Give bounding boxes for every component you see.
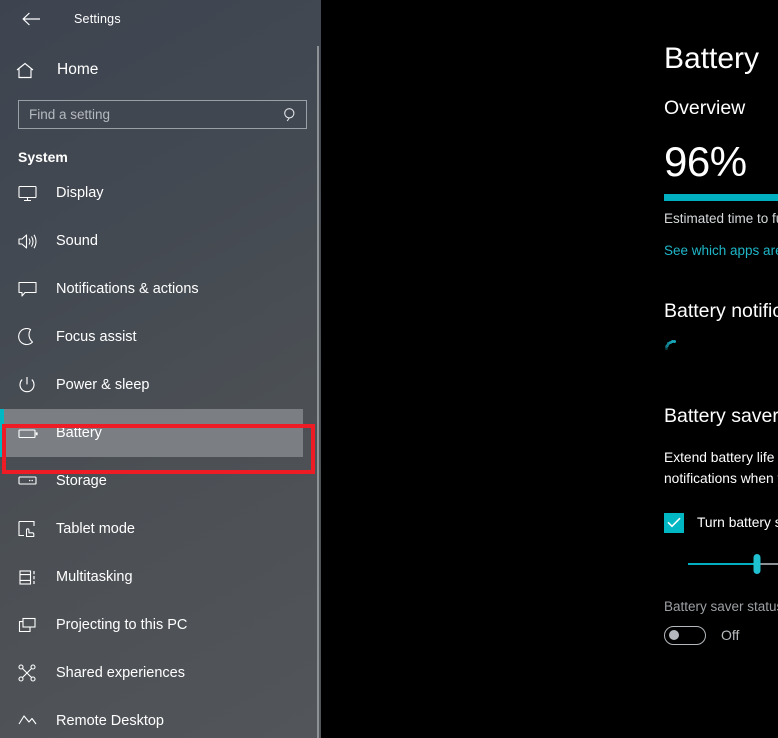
battery-saver-description: Extend battery life by limiting backgrou… [664, 449, 778, 486]
sidebar-item-home[interactable]: Home [0, 50, 321, 90]
sidebar-item-label: Display [56, 185, 104, 201]
drive-icon [18, 475, 42, 487]
sidebar-item-shared-experiences[interactable]: Shared experiences [0, 649, 321, 697]
sidebar-item-power-sleep[interactable]: Power & sleep [0, 361, 321, 409]
search-input[interactable] [29, 107, 283, 122]
auto-battery-saver-checkbox[interactable] [664, 512, 684, 533]
battery-percent: 96% [664, 137, 747, 185]
slider-fill [688, 562, 757, 565]
back-arrow-icon [21, 12, 40, 26]
sidebar-item-sound[interactable]: Sound [0, 217, 321, 265]
sidebar-item-focus-assist[interactable]: Focus assist [0, 313, 321, 361]
checkmark-icon [667, 517, 681, 528]
sidebar-item-storage[interactable]: Storage [0, 457, 321, 505]
title-bar: Settings [0, 0, 321, 38]
battery-usage-link[interactable]: See which apps are affecting your batter… [664, 243, 778, 258]
sidebar-item-label: Tablet mode [56, 521, 135, 537]
sidebar-item-remote-desktop[interactable]: Remote Desktop [0, 697, 321, 738]
sidebar-item-label: Multitasking [56, 569, 133, 585]
auto-battery-saver-row[interactable]: Turn battery saver on automatically if m… [664, 512, 778, 533]
sidebar-item-projecting[interactable]: Projecting to this PC [0, 601, 321, 649]
moon-icon [18, 328, 42, 346]
sidebar-item-display[interactable]: Display [0, 169, 321, 217]
loading-spinner [664, 339, 686, 361]
sidebar-item-label: Storage [56, 473, 107, 489]
battery-saver-heading: Battery saver [664, 405, 778, 427]
share-nodes-icon [18, 664, 42, 682]
sidebar-item-tablet-mode[interactable]: Tablet mode [0, 505, 321, 553]
overview-heading: Overview [664, 97, 746, 119]
search-box[interactable] [18, 100, 307, 129]
sidebar-home-label: Home [57, 61, 99, 78]
slider-thumb[interactable] [753, 553, 761, 574]
remote-desktop-icon [18, 713, 42, 730]
sidebar-item-battery[interactable]: Battery [0, 409, 303, 457]
toggle-knob [669, 630, 679, 640]
battery-saver-toggle-state: Off [721, 627, 740, 643]
sidebar-scrollbar[interactable] [317, 46, 319, 738]
battery-threshold-row: 20% [664, 553, 778, 575]
battery-level-bar [664, 193, 778, 201]
sidebar-nav-list: Display Sound Notifications & actions Fo… [0, 169, 321, 738]
search-icon[interactable] [283, 107, 298, 122]
battery-level-fill [664, 193, 778, 201]
back-button[interactable] [14, 4, 48, 34]
battery-icon [18, 427, 42, 440]
charge-estimate-text: Estimated time to full charge: 0 hour 8 … [664, 210, 778, 226]
sidebar-item-label: Battery [56, 425, 102, 441]
battery-saver-status-label: Battery saver status until next charge [664, 598, 778, 614]
power-icon [18, 376, 42, 394]
battery-threshold-slider[interactable] [688, 553, 778, 575]
monitor-icon [18, 185, 42, 202]
callout-icon [18, 281, 42, 298]
project-screen-icon [18, 617, 42, 634]
sidebar-item-label: Shared experiences [56, 665, 185, 681]
speaker-icon [18, 233, 42, 250]
settings-window: Settings Home System [0, 0, 778, 738]
battery-saver-toggle[interactable] [664, 625, 706, 645]
battery-saver-toggle-row: Off [664, 625, 778, 645]
battery-notifications-heading: Battery notifications [664, 299, 778, 322]
auto-battery-saver-label: Turn battery saver on automatically if m… [697, 515, 778, 530]
sidebar-item-label: Notifications & actions [56, 281, 199, 297]
sidebar-item-label: Focus assist [56, 329, 137, 345]
home-icon [16, 62, 38, 79]
sidebar-item-label: Projecting to this PC [56, 617, 188, 633]
sidebar-item-label: Sound [56, 233, 98, 249]
settings-sidebar: Settings Home System [0, 0, 321, 738]
sidebar-item-multitasking[interactable]: Multitasking [0, 553, 321, 601]
sidebar-item-label: Remote Desktop [56, 713, 164, 729]
tablet-hand-icon [18, 520, 42, 538]
battery-settings-page: Battery Overview 96% Estimated time to f… [321, 0, 778, 738]
page-title: Battery [664, 42, 760, 75]
sidebar-group-title: System [18, 149, 68, 165]
multitasking-icon [18, 569, 42, 586]
window-title: Settings [74, 12, 121, 26]
sidebar-item-label: Power & sleep [56, 377, 150, 393]
sidebar-item-notifications[interactable]: Notifications & actions [0, 265, 321, 313]
